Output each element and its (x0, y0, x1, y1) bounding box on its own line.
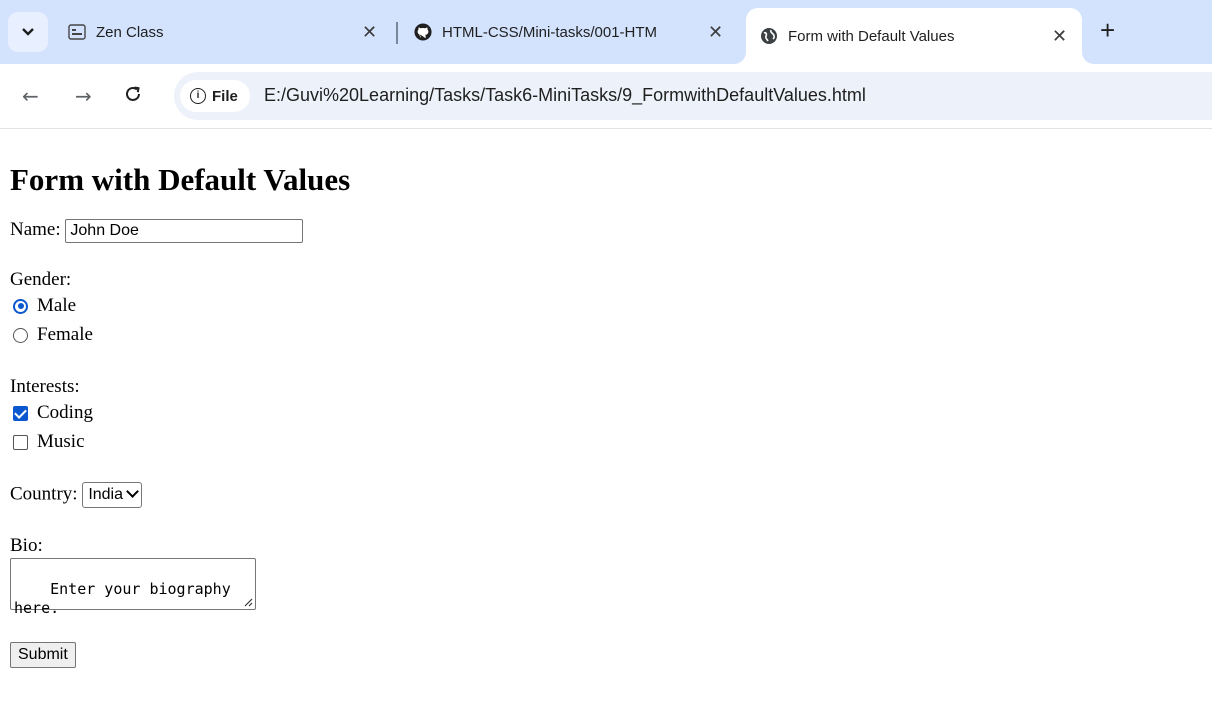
resize-grip-icon[interactable] (244, 598, 253, 607)
tab-separator (396, 22, 398, 44)
close-tab-icon[interactable]: ✕ (362, 22, 377, 43)
name-label: Name: (10, 219, 61, 240)
gender-option-male[interactable]: Male (10, 292, 1200, 321)
back-button[interactable]: ← (22, 84, 39, 108)
tab-strip: Zen Class ✕ HTML-CSS/Mini-tasks/001-HTM … (0, 0, 1212, 64)
info-icon: i (190, 88, 206, 104)
page-content: Form with Default Values Name: Gender: M… (10, 130, 1200, 668)
forward-button[interactable]: → (75, 84, 92, 108)
bio-textarea[interactable]: Enter your biography here. (10, 557, 256, 617)
tab-title: Zen Class (96, 23, 164, 41)
bio-label: Bio: (10, 534, 43, 556)
address-bar[interactable]: i File E:/Guvi%20Learning/Tasks/Task6-Mi… (174, 72, 1212, 120)
gender-label: Gender: (10, 268, 72, 290)
music-label: Music (37, 431, 85, 453)
tab-title: HTML-CSS/Mini-tasks/001-HTM (442, 23, 658, 41)
interests-label: Interests: (10, 375, 80, 397)
chevron-down-icon (22, 28, 34, 36)
coding-checkbox[interactable] (13, 405, 28, 421)
github-icon (414, 23, 432, 41)
name-input[interactable] (65, 218, 304, 243)
page-title: Form with Default Values (10, 162, 351, 197)
interest-option-coding[interactable]: Coding (10, 399, 1200, 428)
male-label: Male (37, 295, 77, 317)
browser-toolbar: ← → i File E:/Guvi%20Learning/Tasks/Task… (0, 64, 1212, 129)
tab-github[interactable]: HTML-CSS/Mini-tasks/001-HTM ✕ (414, 8, 734, 56)
tab-zen-class[interactable]: Zen Class ✕ (68, 8, 388, 56)
tab-search-button[interactable] (8, 12, 48, 52)
reload-icon (126, 86, 140, 101)
chevron-down-icon (126, 485, 139, 499)
male-radio[interactable] (13, 298, 28, 314)
globe-icon (760, 27, 778, 45)
country-select[interactable]: India (82, 481, 143, 508)
site-info-chip[interactable]: i File (180, 80, 250, 112)
country-label: Country: (10, 483, 78, 504)
country-row: Country: India (10, 481, 1200, 508)
female-label: Female (37, 324, 93, 346)
reload-button[interactable] (124, 84, 142, 108)
bio-text: Enter your biography here. (14, 579, 240, 617)
close-tab-icon[interactable]: ✕ (1052, 26, 1067, 47)
coding-label: Coding (37, 402, 93, 424)
country-selected-value: India (88, 485, 124, 503)
interest-option-music[interactable]: Music (10, 428, 1200, 457)
new-tab-button[interactable]: + (1100, 17, 1115, 43)
zen-class-icon (68, 23, 86, 41)
url-text[interactable]: E:/Guvi%20Learning/Tasks/Task6-MiniTasks… (264, 85, 866, 106)
female-radio[interactable] (13, 327, 28, 343)
close-tab-icon[interactable]: ✕ (708, 22, 723, 43)
chip-label: File (212, 87, 238, 105)
gender-option-female[interactable]: Female (10, 321, 1200, 350)
tab-title: Form with Default Values (788, 27, 955, 45)
music-checkbox[interactable] (13, 434, 28, 450)
tab-form-with-default-values[interactable]: Form with Default Values ✕ (746, 8, 1082, 64)
name-row: Name: (10, 218, 1200, 243)
submit-row: Submit (10, 641, 1200, 668)
